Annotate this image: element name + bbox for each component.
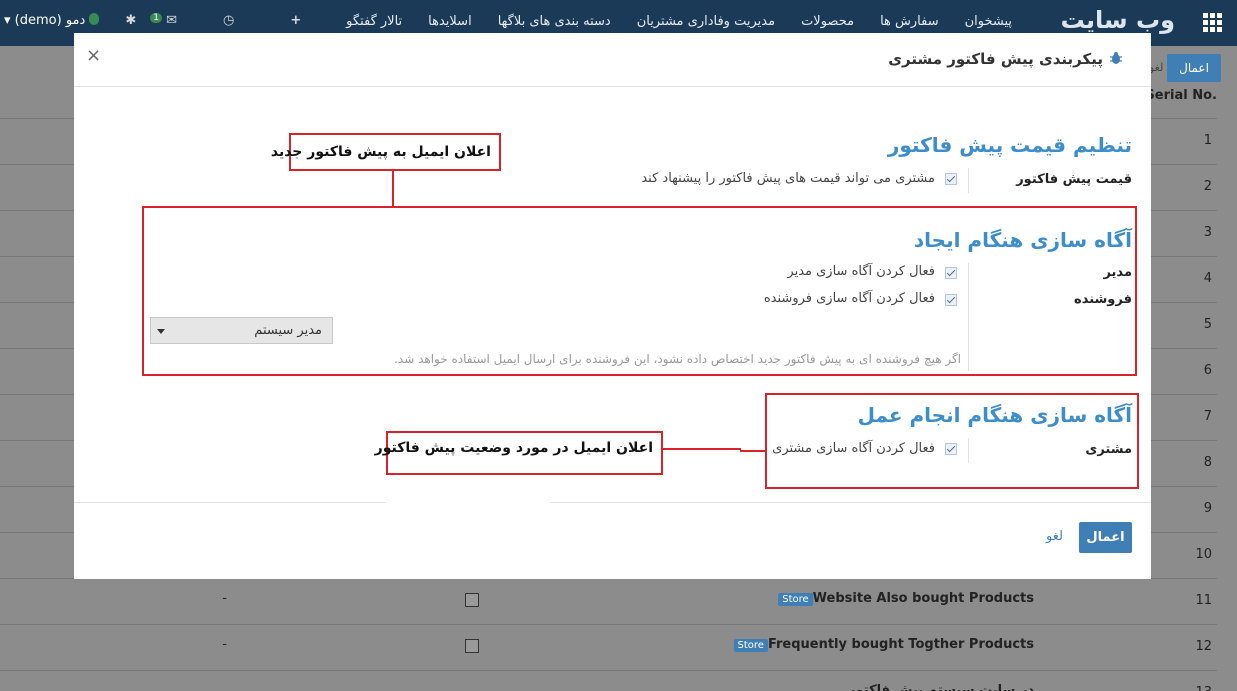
chat-badge: 1 <box>150 13 162 23</box>
customer-price-option: مشتری می تواند قیمت های پیش فاکتور را پی… <box>641 171 935 186</box>
bg-apply-button[interactable]: اعمال <box>1167 54 1221 82</box>
row-number: 9 <box>1203 501 1212 516</box>
row-number: 6 <box>1203 363 1212 378</box>
annotation-new-quote-email: اعلان ایمیل به پیش فاکتور جدید <box>271 133 501 171</box>
store-badge: Store <box>733 639 768 652</box>
apply-button[interactable]: اعمال <box>1079 522 1132 553</box>
row-name-text: Frequently bought Togther Products <box>767 637 1034 652</box>
menu-item-blog-categories[interactable]: دسته بندی های بلاگها <box>498 14 611 29</box>
store-badge: Store <box>778 593 813 606</box>
plus-icon[interactable]: + <box>290 13 301 28</box>
row-number: 1 <box>1203 133 1212 148</box>
menu-item-products[interactable]: محصولات <box>801 14 854 29</box>
apps-menu-icon[interactable] <box>1203 13 1223 33</box>
menu-item-loyalty[interactable]: مدیریت وفاداری مشتریان <box>637 14 775 29</box>
main-menu: پیشخوان سفارش ها محصولات مدیریت وفاداری … <box>346 14 1012 29</box>
row-number: 13 <box>1195 685 1212 691</box>
close-icon[interactable]: × <box>86 45 101 66</box>
divider <box>968 168 969 193</box>
user-name: دمو (demo) <box>14 13 86 28</box>
row-number: 4 <box>1203 271 1212 286</box>
row-checkbox[interactable] <box>465 593 479 607</box>
footer-divider <box>550 502 1151 503</box>
menu-item-orders[interactable]: سفارش ها <box>880 14 939 29</box>
menu-item-slides[interactable]: اسلایدها <box>428 14 472 29</box>
clock-icon[interactable]: ◷ <box>223 13 234 28</box>
customer-price-checkbox[interactable] <box>945 173 957 185</box>
row-name: در سایت سیستم پیش فاکتور <box>848 683 1034 691</box>
row-name: Store Frequently bought Togther Products <box>730 637 1034 652</box>
section-quote-price-heading: تنظیم قیمت پیش فاکتور <box>887 133 1132 157</box>
row-dash: - <box>222 637 227 652</box>
menu-item-dashboard[interactable]: پیشخوان <box>965 14 1012 29</box>
row-number: 8 <box>1203 455 1212 470</box>
row-number: 7 <box>1203 409 1212 424</box>
chat-icon[interactable]: 1 ✉ <box>150 13 177 28</box>
row-number: 3 <box>1203 225 1212 240</box>
quote-price-label: قیمت پیش فاکتور <box>1016 172 1132 187</box>
footer-divider <box>74 502 386 503</box>
row-number: 12 <box>1195 639 1212 654</box>
row-number: 11 <box>1195 593 1212 608</box>
annotation-connector <box>392 170 394 207</box>
user-menu[interactable]: دمو (demo) ▾ <box>4 13 100 28</box>
menu-item-forum[interactable]: تالار گفتگو <box>346 14 402 29</box>
dialog-title: پیکربندی پیش فاکتور مشتری <box>888 50 1123 68</box>
bug-icon <box>1110 52 1122 64</box>
row-name-text: در سایت سیستم پیش فاکتور <box>848 683 1034 691</box>
serial-column-header[interactable]: Serial No. <box>1145 88 1217 103</box>
brand-title[interactable]: وب سایت <box>1061 6 1175 34</box>
row-name: Store Website Also bought Products <box>774 591 1034 606</box>
row-number: 10 <box>1195 547 1212 562</box>
row-checkbox[interactable] <box>465 639 479 653</box>
table-row[interactable]: 11 Store Website Also bought Products - <box>0 578 1217 624</box>
annotation-box-action <box>765 393 1139 489</box>
annotation-connector <box>661 448 741 450</box>
cancel-button[interactable]: لغو <box>1046 529 1063 544</box>
avatar <box>89 13 100 25</box>
bg-cancel-button[interactable]: لغو <box>1149 54 1163 82</box>
annotation-status-email: اعلان ایمیل در مورد وضعیت پیش فاکتور <box>375 431 663 475</box>
table-row[interactable]: 12 Store Frequently bought Togther Produc… <box>0 624 1217 670</box>
dialog-title-text: پیکربندی پیش فاکتور مشتری <box>888 50 1103 68</box>
bug-icon[interactable]: ✱ <box>125 13 136 28</box>
row-number: 5 <box>1203 317 1212 332</box>
table-row[interactable]: 13 در سایت سیستم پیش فاکتور <box>0 670 1217 691</box>
navbar-user-area: دمو (demo) ▾ ✱ 1 ✉ ◷ + <box>4 13 301 28</box>
row-dash: - <box>222 591 227 606</box>
annotation-box-create <box>142 206 1137 376</box>
row-number: 2 <box>1203 179 1212 194</box>
row-name-text: Website Also bought Products <box>812 591 1034 606</box>
dialog-header: پیکربندی پیش فاکتور مشتری × <box>74 33 1151 87</box>
annotation-connector <box>740 450 767 452</box>
